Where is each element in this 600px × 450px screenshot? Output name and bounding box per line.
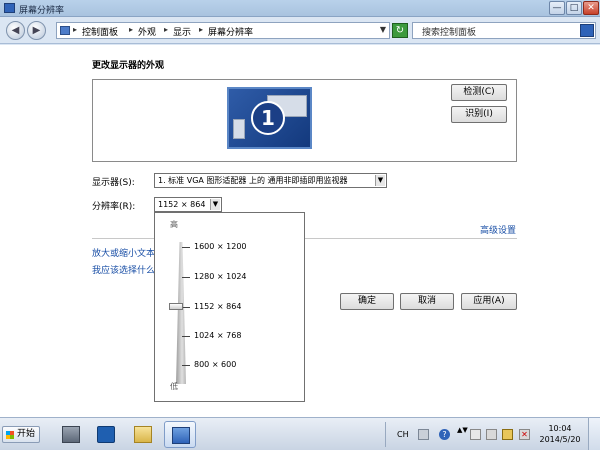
start-button[interactable]: 开始: [2, 426, 40, 443]
help-icon[interactable]: ?: [439, 429, 450, 440]
taskbar: 开始 CH ? ▲▼ ✕ 10:04 2014/5/20: [0, 417, 600, 450]
control-panel-icon: [60, 26, 70, 35]
close-button[interactable]: ✕: [583, 1, 599, 15]
explorer-icon: [134, 426, 152, 443]
clock[interactable]: 10:04 2014/5/20: [536, 423, 584, 445]
chevron-right-icon[interactable]: ▸: [164, 25, 168, 34]
flag-icon[interactable]: [470, 429, 481, 440]
chevron-right-icon[interactable]: ▸: [73, 25, 77, 34]
display-label: 显示器(S):: [92, 178, 135, 188]
clock-date: 2014/5/20: [539, 435, 581, 444]
apply-button[interactable]: 应用(A): [461, 293, 517, 310]
clock-time: 10:04: [548, 424, 572, 433]
monitor-number: 1: [251, 101, 285, 135]
server-manager-icon: [62, 426, 80, 443]
resolution-select[interactable]: 1152 × 864 ▼: [154, 197, 222, 212]
identify-button[interactable]: 识别(I): [451, 106, 507, 123]
control-panel-icon: [172, 427, 190, 444]
slider-tick: [182, 336, 190, 337]
taskbar-explorer[interactable]: [127, 421, 159, 448]
window-title: 屏幕分辨率: [19, 6, 65, 16]
breadcrumb-item[interactable]: 屏幕分辨率: [208, 25, 253, 38]
display-preview: 1 检测(C) 识别(I): [92, 79, 517, 162]
chevron-down-icon[interactable]: ▼: [375, 175, 385, 186]
tray-divider: [385, 422, 386, 447]
address-bar-row: ◀ ▶ ▸ 控制面板 ▸ 外观 ▸ 显示 ▸ 屏幕分辨率 ▼ ↻ 搜索控制面板: [0, 17, 600, 44]
display-select[interactable]: 1. 标准 VGA 图形适配器 上的 通用非即插即用监视器 ▼: [154, 173, 387, 188]
monitor-preview[interactable]: 1: [227, 87, 312, 149]
maximize-button[interactable]: □: [566, 1, 582, 15]
breadcrumb-item[interactable]: 显示: [173, 25, 191, 38]
breadcrumb-item[interactable]: 外观: [138, 25, 156, 38]
chevron-right-icon[interactable]: ▸: [129, 25, 133, 34]
resolution-option[interactable]: 800 × 600: [194, 360, 236, 369]
chevron-right-icon[interactable]: ▸: [199, 25, 203, 34]
ok-button[interactable]: 确定: [340, 293, 394, 310]
resolution-option[interactable]: 1280 × 1024: [194, 272, 247, 281]
refresh-button[interactable]: ↻: [392, 23, 408, 38]
cancel-button[interactable]: 取消: [400, 293, 454, 310]
tray-expand-icon[interactable]: ▲▼: [457, 426, 468, 434]
taskbar-powershell[interactable]: [90, 421, 122, 448]
detect-button[interactable]: 检测(C): [451, 84, 507, 101]
resolution-slider-track[interactable]: [176, 242, 186, 384]
minimize-button[interactable]: —: [549, 1, 565, 15]
search-placeholder: 搜索控制面板: [422, 28, 477, 38]
resolution-value: 1152 × 864: [158, 200, 206, 209]
keyboard-icon[interactable]: [418, 429, 429, 440]
language-indicator[interactable]: CH: [397, 430, 409, 439]
title-bar: 屏幕分辨率 — □ ✕: [0, 0, 600, 17]
low-label: 低: [170, 382, 178, 391]
taskbar-control-panel[interactable]: [164, 421, 196, 448]
slider-tick: [182, 277, 190, 278]
window-app-icon: [4, 3, 15, 13]
security-icon[interactable]: [502, 429, 513, 440]
slider-tick: [182, 307, 190, 308]
high-label: 高: [170, 220, 178, 229]
back-button[interactable]: ◀: [6, 21, 25, 40]
show-desktop-button[interactable]: [588, 418, 600, 450]
address-bar[interactable]: ▸ 控制面板 ▸ 外观 ▸ 显示 ▸ 屏幕分辨率 ▼: [56, 22, 390, 39]
which-settings-link[interactable]: 我应该选择什么: [92, 263, 155, 276]
breadcrumb-item[interactable]: 控制面板: [82, 25, 118, 38]
main-content: 更改显示器的外观 1 检测(C) 识别(I) 显示器(S): 1. 标准 VGA…: [0, 45, 600, 417]
resolution-slider-thumb[interactable]: [169, 303, 183, 310]
search-input[interactable]: 搜索控制面板: [412, 22, 596, 39]
window-thumbnail: [233, 119, 245, 139]
advanced-settings-link[interactable]: 高级设置: [480, 223, 516, 236]
slider-tick: [182, 365, 190, 366]
display-value: 1. 标准 VGA 图形适配器 上的 通用非即插即用监视器: [158, 176, 348, 185]
chevron-down-icon[interactable]: ▼: [380, 25, 386, 34]
windows-logo-icon: [6, 431, 14, 439]
resolution-option[interactable]: 1024 × 768: [194, 331, 241, 340]
resolution-option[interactable]: 1152 × 864: [194, 302, 241, 311]
slider-tick: [182, 247, 190, 248]
volume-muted-icon[interactable]: ✕: [519, 429, 530, 440]
powershell-icon: [97, 426, 115, 443]
resolution-dropdown: 高 1600 × 1200 1280 × 1024 1152 × 864 102…: [154, 212, 305, 402]
resolution-label: 分辨率(R):: [92, 202, 136, 212]
start-label: 开始: [17, 429, 36, 439]
page-title: 更改显示器的外观: [92, 61, 165, 71]
resolution-option[interactable]: 1600 × 1200: [194, 242, 247, 251]
network-icon[interactable]: [486, 429, 497, 440]
taskbar-server-manager[interactable]: [55, 421, 87, 448]
forward-button[interactable]: ▶: [27, 21, 46, 40]
text-size-link[interactable]: 放大或缩小文本: [92, 246, 155, 259]
chevron-down-icon[interactable]: ▼: [210, 199, 220, 210]
search-icon[interactable]: [580, 24, 594, 37]
